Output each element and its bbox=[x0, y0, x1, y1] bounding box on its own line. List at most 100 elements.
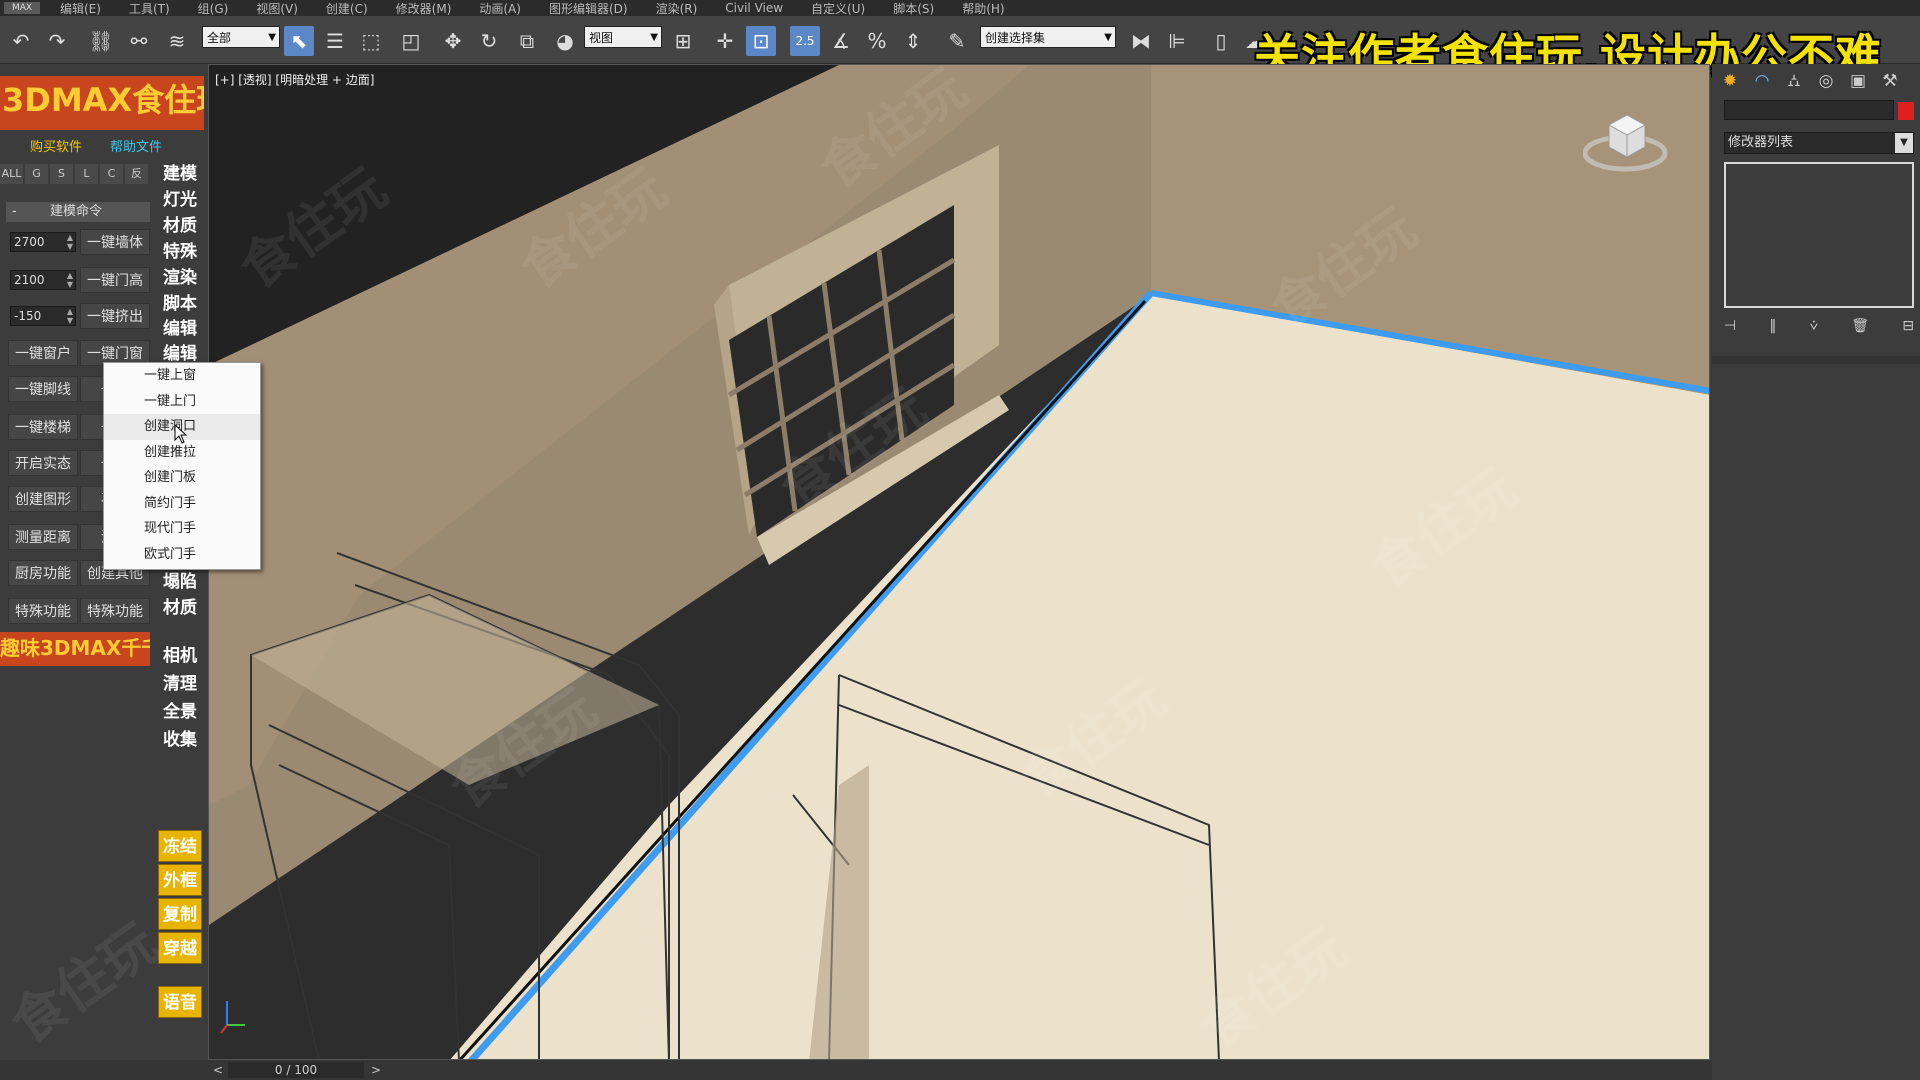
box-mode-button[interactable]: 外框 bbox=[158, 864, 202, 896]
viewport-label[interactable]: [+] [透视] [明暗处理 + 边面] bbox=[215, 71, 374, 88]
menu-item-upper-door[interactable]: 一键上门 bbox=[104, 389, 260, 415]
time-prev-button[interactable]: < bbox=[210, 1062, 226, 1078]
filter-s-button[interactable]: S bbox=[50, 164, 73, 184]
door-height-spinner[interactable]: 2100 ▲ ▼ bbox=[10, 270, 76, 290]
filter-g-button[interactable]: G bbox=[25, 164, 48, 184]
menu-item-simple-handle[interactable]: 简约门手 bbox=[104, 491, 260, 517]
place-icon[interactable]: ◕ bbox=[550, 26, 580, 56]
window-crossing-icon[interactable]: ◰ bbox=[396, 26, 426, 56]
perspective-viewport[interactable]: [+] [透视] [明暗处理 + 边面] 食住玩 食住玩 食住玩 食住玩 食住玩… bbox=[208, 64, 1710, 1060]
menu-customize[interactable]: 自定义(U) bbox=[797, 0, 879, 17]
extrude-spinner[interactable]: -150 ▲ ▼ bbox=[10, 306, 76, 326]
select-manipulate-icon[interactable]: ✛ bbox=[710, 26, 740, 56]
category-special[interactable]: 特殊 bbox=[158, 240, 202, 264]
keyboard-shortcut-toggle-icon[interactable]: ⊡ bbox=[746, 26, 776, 56]
menu-rendering[interactable]: 渲染(R) bbox=[642, 0, 712, 17]
category-camera[interactable]: 相机 bbox=[158, 644, 202, 668]
undo-icon[interactable]: ↶ bbox=[6, 26, 36, 56]
redo-icon[interactable]: ↷ bbox=[42, 26, 72, 56]
help-file-link[interactable]: 帮助文件 bbox=[110, 136, 162, 155]
menu-civil-view[interactable]: Civil View bbox=[711, 1, 797, 15]
modeling-commands-header[interactable]: - 建模命令 bbox=[6, 202, 150, 222]
object-color-swatch[interactable] bbox=[1898, 102, 1914, 120]
category-panorama[interactable]: 全景 bbox=[158, 700, 202, 724]
buy-software-link[interactable]: 购买软件 bbox=[30, 136, 82, 155]
scale-icon[interactable]: ⧉ bbox=[512, 26, 542, 56]
collapse-toggle[interactable]: - bbox=[12, 202, 17, 222]
align-icon[interactable]: ⊫ bbox=[1162, 26, 1192, 56]
hierarchy-tab-icon[interactable]: ⛼ bbox=[1780, 68, 1808, 94]
one-click-stairs-button[interactable]: 一键楼梯 bbox=[8, 414, 78, 440]
menu-views[interactable]: 视图(V) bbox=[242, 0, 312, 17]
reference-coordinate-dropdown[interactable]: 视图 ▼ bbox=[584, 26, 662, 48]
category-render[interactable]: 渲染 bbox=[158, 266, 202, 290]
create-tab-icon[interactable]: ✹ bbox=[1716, 68, 1744, 94]
menu-tools[interactable]: 工具(T) bbox=[115, 0, 184, 17]
viewcube-icon[interactable] bbox=[1582, 103, 1673, 183]
angle-snap-icon[interactable]: ∡ bbox=[826, 26, 856, 56]
category-script[interactable]: 脚本 bbox=[158, 292, 202, 316]
app-logo[interactable]: MAX bbox=[4, 2, 40, 14]
configure-sets-icon[interactable]: ⊟ bbox=[1902, 318, 1914, 334]
menu-item-modern-handle[interactable]: 现代门手 bbox=[104, 516, 260, 542]
one-click-extrude-button[interactable]: 一键挤出 bbox=[80, 303, 150, 329]
menu-item-create-door-panel[interactable]: 创建门板 bbox=[104, 465, 260, 491]
filter-all-button[interactable]: ALL bbox=[0, 164, 23, 184]
move-icon[interactable]: ✥ bbox=[438, 26, 468, 56]
make-unique-icon[interactable]: ⩒ bbox=[1810, 318, 1819, 334]
filter-l-button[interactable]: L bbox=[75, 164, 98, 184]
enable-realtime-button[interactable]: 开启实态 bbox=[8, 450, 78, 476]
one-click-window-button[interactable]: 一键窗户 bbox=[8, 340, 78, 366]
category-edit[interactable]: 编辑 bbox=[158, 317, 202, 341]
category-modeling[interactable]: 建模 bbox=[158, 162, 202, 186]
rectangle-selection-icon[interactable]: ⬚ bbox=[356, 26, 386, 56]
wall-height-spinner[interactable]: 2700 ▲ ▼ bbox=[10, 232, 76, 252]
pivot-center-icon[interactable]: ⊞ bbox=[668, 26, 698, 56]
menu-scripting[interactable]: 脚本(S) bbox=[879, 0, 948, 17]
menu-modifiers[interactable]: 修改器(M) bbox=[382, 0, 466, 17]
modifier-stack[interactable] bbox=[1724, 162, 1914, 308]
menu-animation[interactable]: 动画(A) bbox=[465, 0, 535, 17]
modifier-list-dropdown[interactable]: 修改器列表 ▼ bbox=[1724, 132, 1914, 154]
menu-group[interactable]: 组(G) bbox=[184, 0, 243, 17]
menu-create[interactable]: 创建(C) bbox=[312, 0, 382, 17]
menu-edit[interactable]: 编辑(E) bbox=[46, 0, 115, 17]
menu-item-upper-window[interactable]: 一键上窗 bbox=[104, 363, 260, 389]
category-material[interactable]: 材质 bbox=[158, 214, 202, 238]
utilities-tab-icon[interactable]: ⚒ bbox=[1876, 68, 1904, 94]
motion-tab-icon[interactable]: ◎ bbox=[1812, 68, 1840, 94]
display-tab-icon[interactable]: ▣ bbox=[1844, 68, 1872, 94]
category-cleanup[interactable]: 清理 bbox=[158, 672, 202, 696]
edit-named-selection-icon[interactable]: ✎ bbox=[942, 26, 972, 56]
time-slider[interactable]: < 0 / 100 > bbox=[208, 1060, 1712, 1080]
snaps-toggle-icon[interactable]: 2.5 bbox=[790, 26, 820, 56]
rotate-icon[interactable]: ↻ bbox=[474, 26, 504, 56]
filter-invert-button[interactable]: 反 bbox=[125, 164, 148, 184]
create-shape-button[interactable]: 创建图形 bbox=[8, 486, 78, 512]
time-next-button[interactable]: > bbox=[368, 1062, 384, 1078]
voice-button[interactable]: 语音 bbox=[158, 986, 202, 1018]
spinner-snap-icon[interactable]: ⇕ bbox=[898, 26, 928, 56]
link-icon[interactable]: ⛓ bbox=[86, 26, 116, 56]
remove-modifier-icon[interactable]: 🗑 bbox=[1851, 318, 1869, 334]
one-click-wall-button[interactable]: 一键墙体 bbox=[80, 229, 150, 255]
filter-c-button[interactable]: C bbox=[100, 164, 123, 184]
one-click-door-height-button[interactable]: 一键门高 bbox=[80, 267, 150, 293]
menu-graph-editors[interactable]: 图形编辑器(D) bbox=[535, 0, 642, 17]
unlink-icon[interactable]: ⚯ bbox=[124, 26, 154, 56]
copy-button[interactable]: 复制 bbox=[158, 898, 202, 930]
category-collapse[interactable]: 塌陷 bbox=[158, 570, 202, 594]
time-frame-indicator[interactable]: 0 / 100 bbox=[228, 1062, 364, 1078]
mirror-icon[interactable]: ⧓ bbox=[1126, 26, 1156, 56]
bind-spacewarp-icon[interactable]: ≋ bbox=[162, 26, 192, 56]
show-end-result-icon[interactable]: ‖ bbox=[1769, 318, 1776, 334]
menu-help[interactable]: 帮助(H) bbox=[948, 0, 1018, 17]
measure-distance-button[interactable]: 测量距离 bbox=[8, 524, 78, 550]
special-functions-button[interactable]: 特殊功能 bbox=[8, 598, 78, 624]
named-selection-dropdown[interactable]: 创建选择集 ▼ bbox=[980, 26, 1116, 48]
kitchen-functions-button[interactable]: 厨房功能 bbox=[8, 560, 78, 586]
select-by-name-icon[interactable]: ☰ bbox=[320, 26, 350, 56]
freeze-button[interactable]: 冻结 bbox=[158, 830, 202, 862]
pin-stack-icon[interactable]: ⊣ bbox=[1724, 318, 1736, 334]
category-material-2[interactable]: 材质 bbox=[158, 596, 202, 620]
